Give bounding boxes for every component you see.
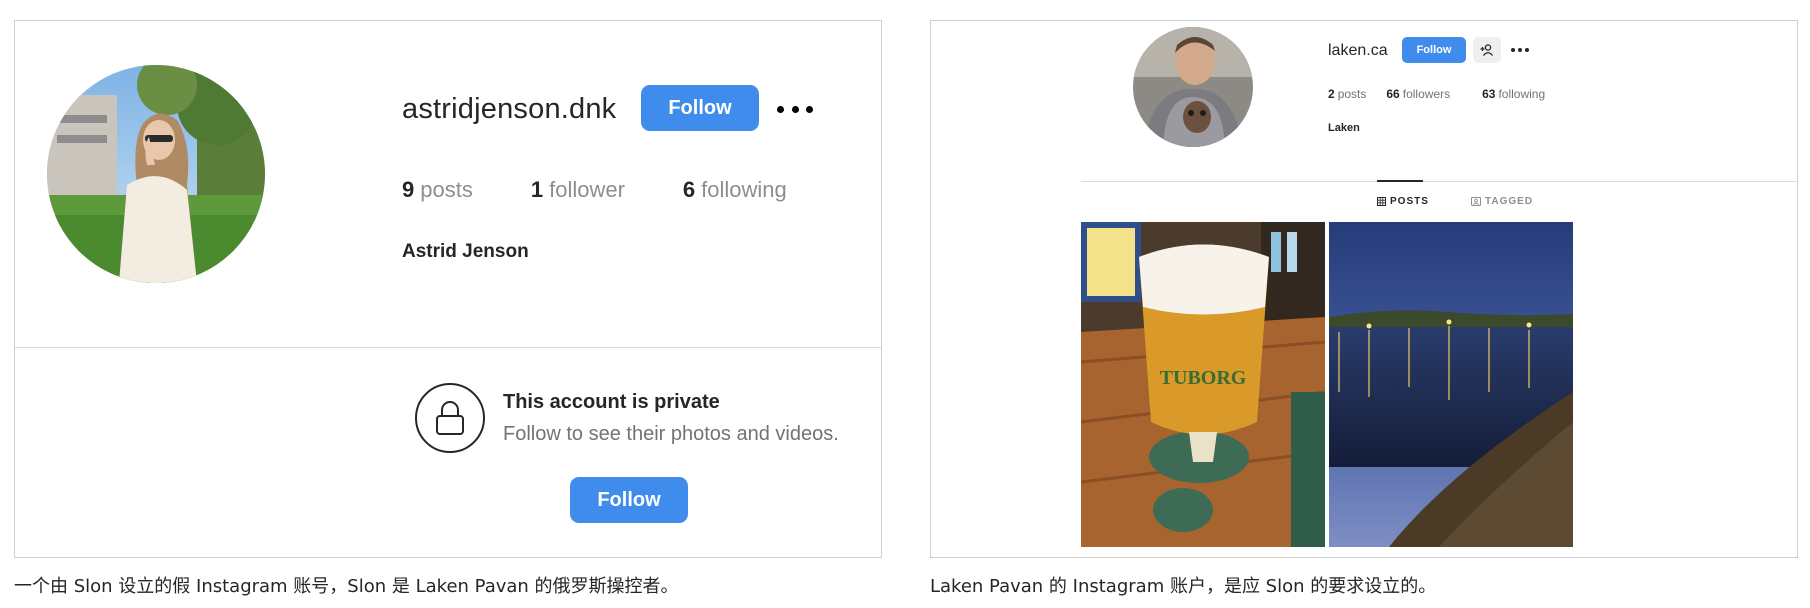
profile-stats: 9 posts 1 follower 6 following <box>402 177 845 203</box>
stat-followers-label: follower <box>549 177 625 202</box>
stat-following-label: following <box>1498 87 1546 101</box>
active-tab-indicator <box>1377 180 1423 182</box>
stat-following-value: 6 <box>682 177 696 202</box>
profile-avatar[interactable] <box>47 65 265 283</box>
stat-followers[interactable]: 1 follower <box>531 177 625 203</box>
stat-posts-value: 2 <box>1328 87 1335 101</box>
beer-glass-photo-image: TUBORG <box>1081 222 1325 547</box>
more-options-icon[interactable] <box>1511 47 1529 53</box>
stat-followers[interactable]: 66 followers <box>1386 87 1450 101</box>
profile-stats: 2 posts 66 followers 63 following <box>1328 87 1565 101</box>
tagged-icon <box>1471 197 1481 206</box>
profile-avatar[interactable] <box>1133 27 1253 147</box>
grid-icon <box>1377 197 1386 206</box>
tab-tagged-label: TAGGED <box>1485 196 1534 207</box>
profile-panel-astrid: astridjenson.dnk Follow 9 posts 1 follower… <box>14 20 882 558</box>
stat-posts[interactable]: 2 posts <box>1328 87 1366 101</box>
profile-full-name: Astrid Jenson <box>402 241 529 262</box>
stat-following[interactable]: 63 following <box>1482 87 1545 101</box>
avatar-photo-image <box>1133 27 1253 147</box>
divider <box>1081 181 1797 182</box>
stat-posts-label: posts <box>420 177 473 202</box>
profile-full-name: Laken <box>1328 122 1360 134</box>
follow-button[interactable]: Follow <box>641 85 759 131</box>
stat-followers-value: 1 <box>530 177 544 202</box>
dot <box>1511 48 1515 52</box>
caption-left: 一个由 Slon 设立的假 Instagram 账号，Slon 是 Laken … <box>14 576 679 597</box>
dot <box>777 105 784 113</box>
stat-followers-value: 66 <box>1386 87 1400 101</box>
dot <box>1525 48 1529 52</box>
lock-icon <box>415 383 485 453</box>
dot <box>1518 48 1522 52</box>
post-thumbnail-night-lake[interactable] <box>1329 222 1573 547</box>
stat-following-value: 63 <box>1482 87 1496 101</box>
private-account-subtitle: Follow to see their photos and videos. <box>503 423 839 445</box>
divider <box>15 347 881 348</box>
stat-posts[interactable]: 9 posts <box>402 177 473 203</box>
caption-right: Laken Pavan 的 Instagram 账户，是应 Slon 的要求设立… <box>930 576 1437 597</box>
follow-button-secondary[interactable]: Follow <box>570 477 688 523</box>
profile-panel-laken: laken.ca Follow 2 posts 66 followers 63 fol… <box>930 20 1798 558</box>
tuborg-label: TUBORG <box>1160 367 1247 389</box>
stat-followers-label: followers <box>1402 87 1451 101</box>
private-account-title: This account is private <box>503 391 720 413</box>
avatar-photo-image <box>47 65 265 283</box>
stat-posts-value: 9 <box>402 177 415 202</box>
tab-posts[interactable]: POSTS <box>1377 196 1429 207</box>
more-options-icon[interactable] <box>777 99 813 119</box>
night-lake-photo-image <box>1329 222 1573 547</box>
suggested-user-icon[interactable] <box>1473 37 1501 63</box>
dot <box>791 105 799 113</box>
profile-username: astridjenson.dnk <box>402 93 617 125</box>
stat-posts-label: posts <box>1337 87 1367 101</box>
dot <box>806 105 813 113</box>
stat-following-label: following <box>701 177 787 202</box>
tab-tagged[interactable]: TAGGED <box>1471 196 1533 207</box>
follow-button[interactable]: Follow <box>1402 37 1466 63</box>
stat-following[interactable]: 6 following <box>683 177 787 203</box>
tab-posts-label: POSTS <box>1390 196 1429 207</box>
post-thumbnail-beer[interactable]: TUBORG <box>1081 222 1325 547</box>
profile-username: laken.ca <box>1328 42 1388 59</box>
